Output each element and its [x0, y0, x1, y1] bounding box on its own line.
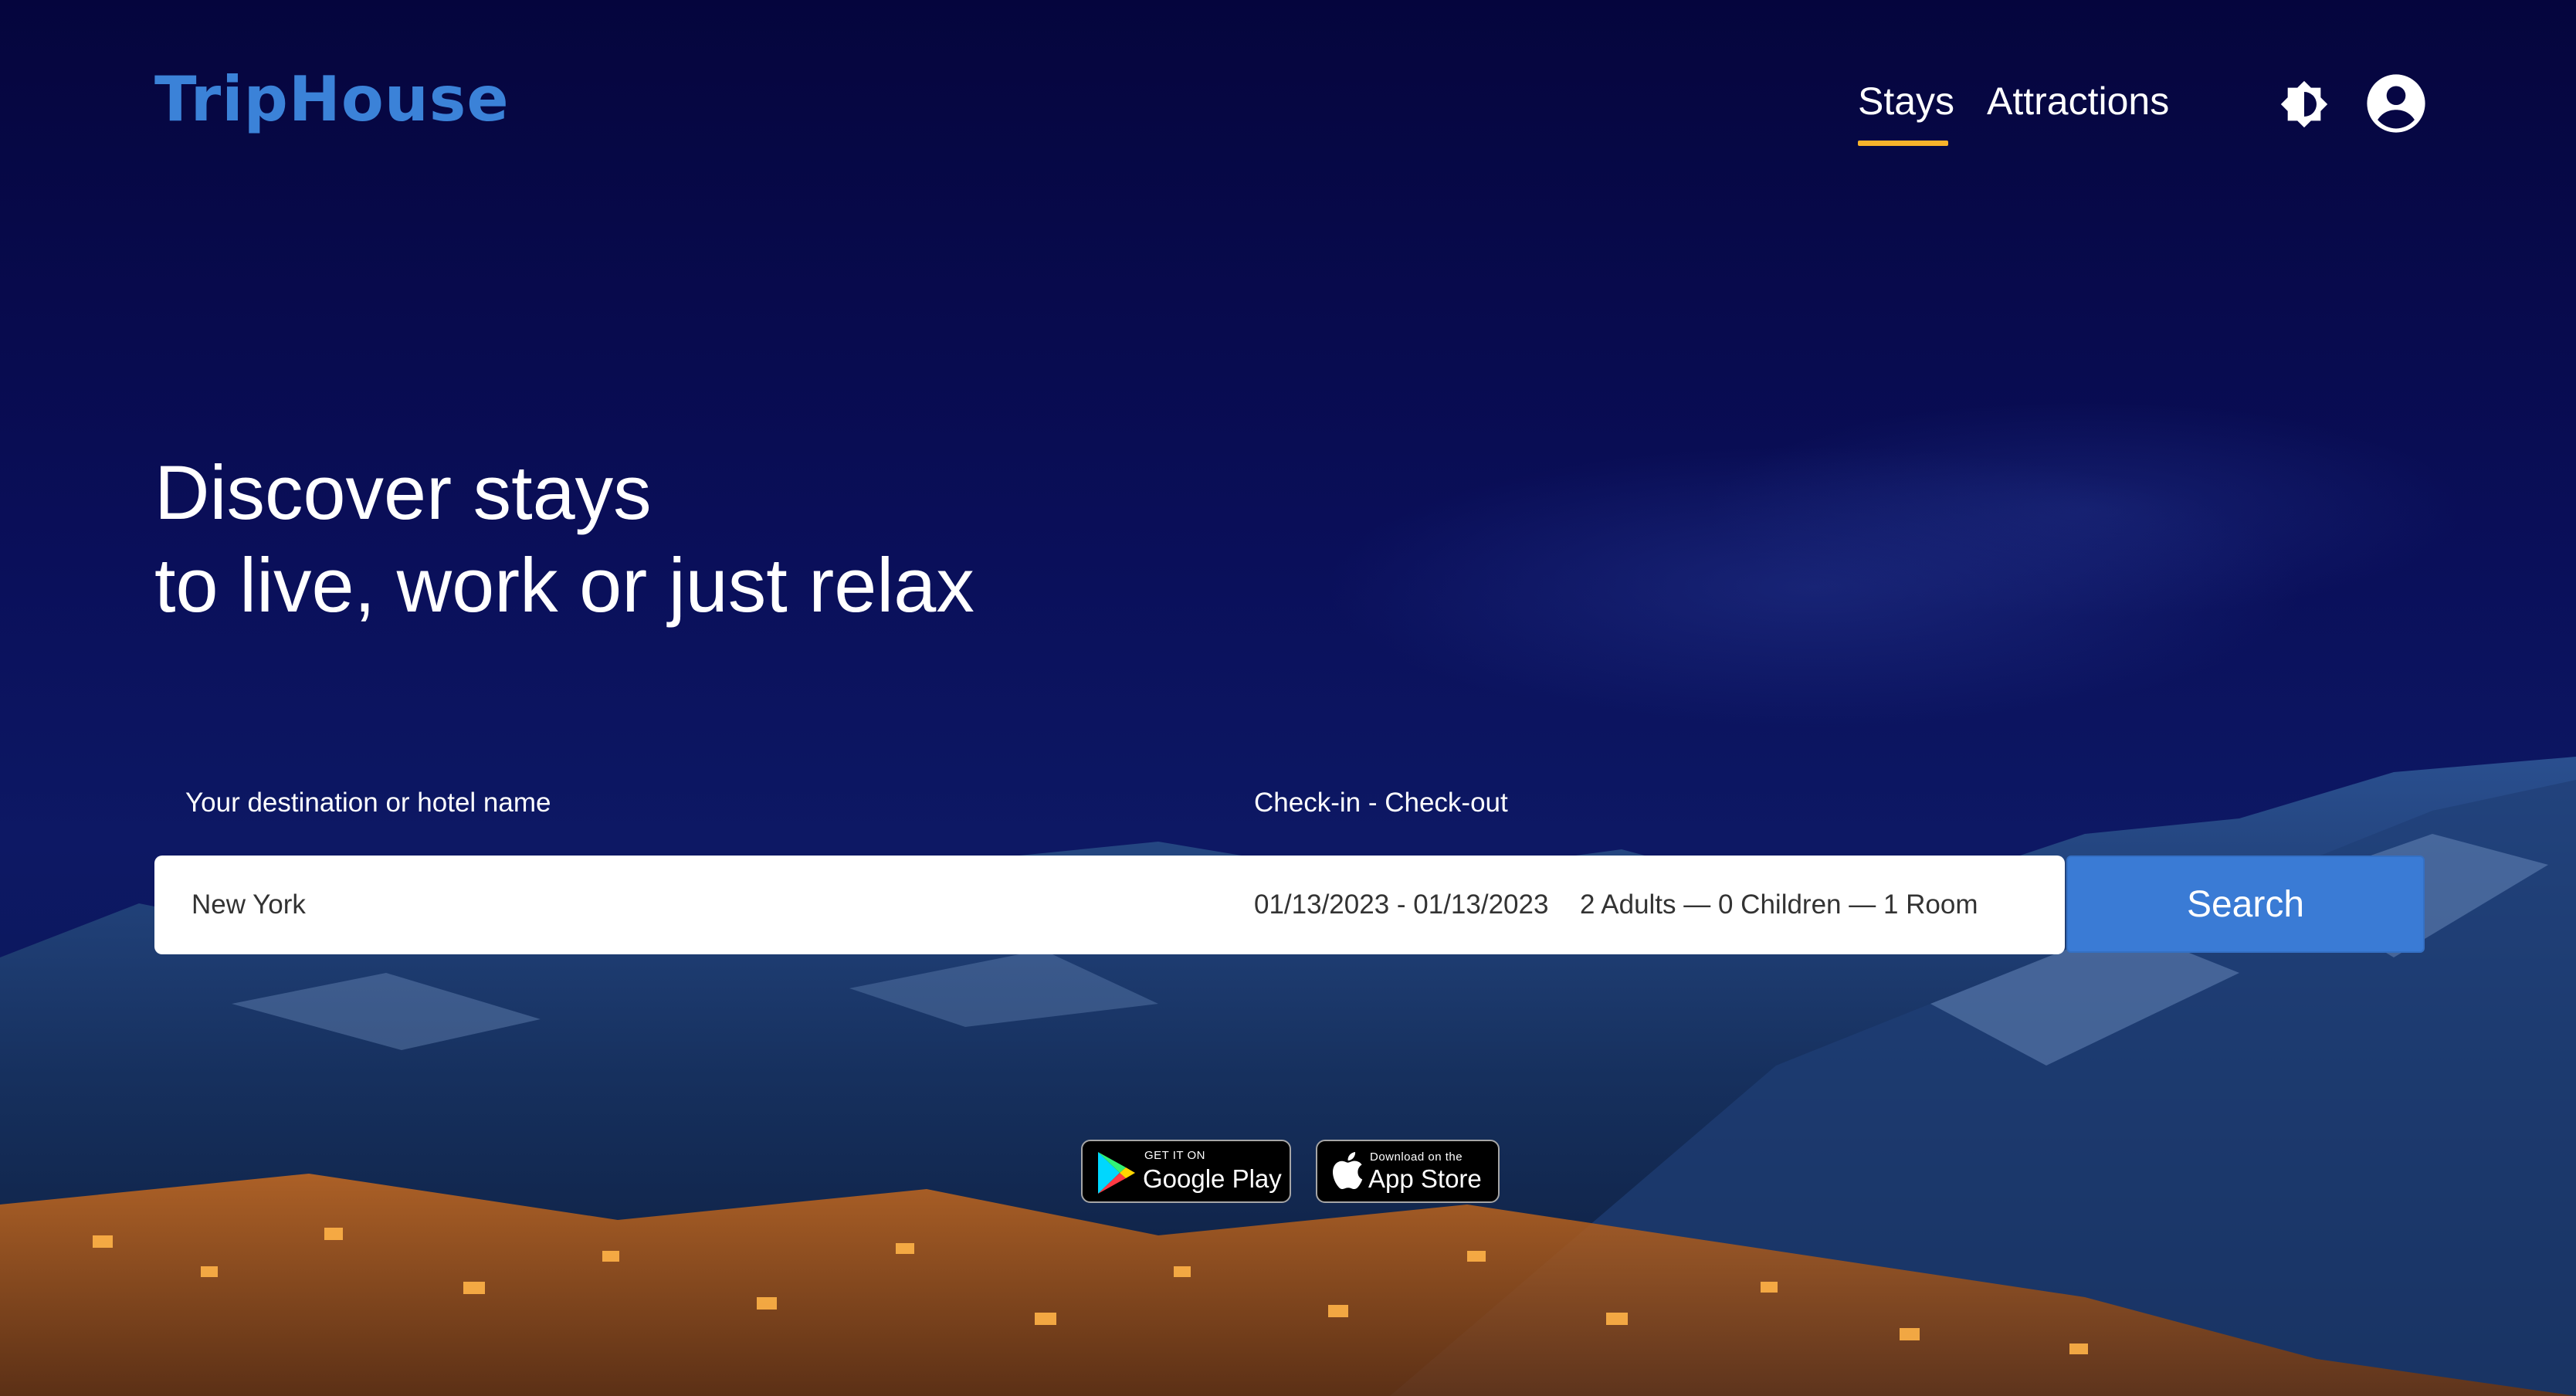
search-bar: 01/13/2023 - 01/13/2023 2 Adults — 0 Chi…: [154, 856, 2065, 954]
top-header: TripHouse Stays Attractions: [0, 0, 2576, 216]
app-store-badge[interactable]: Download on the App Store: [1316, 1140, 1500, 1203]
search-button[interactable]: Search: [2066, 856, 2425, 953]
nav-active-indicator: [1858, 141, 1948, 146]
hero-headline-line1: Discover stays: [154, 449, 652, 535]
brightness-icon: [2280, 80, 2328, 128]
apple-icon: [1333, 1152, 1363, 1190]
guests-rooms-selector[interactable]: 2 Adults — 0 Children — 1 Room: [1580, 856, 2043, 954]
account-circle-icon: [2367, 74, 2425, 133]
theme-toggle-button[interactable]: [2279, 80, 2329, 129]
nav-tab-attractions[interactable]: Attractions: [1987, 79, 2169, 124]
hero-headline-line2: to live, work or just relax: [154, 542, 974, 628]
destination-input[interactable]: [192, 856, 1195, 954]
destination-label: Your destination or hotel name: [185, 788, 551, 818]
google-play-small-text: GET IT ON: [1144, 1149, 1205, 1162]
hero-headline: Discover stays to live, work or just rel…: [154, 446, 974, 632]
google-play-icon: [1098, 1152, 1135, 1194]
nav-tab-stays[interactable]: Stays: [1858, 79, 1954, 124]
account-button[interactable]: [2364, 72, 2428, 135]
app-store-small-text: Download on the: [1370, 1150, 1463, 1164]
google-play-big-text: Google Play: [1143, 1164, 1282, 1193]
google-play-badge[interactable]: GET IT ON Google Play: [1081, 1140, 1291, 1203]
app-store-big-text: App Store: [1368, 1164, 1482, 1193]
date-range-input[interactable]: 01/13/2023 - 01/13/2023: [1254, 856, 1547, 954]
brand-logo[interactable]: TripHouse: [154, 63, 510, 135]
dates-label: Check-in - Check-out: [1254, 788, 1508, 818]
